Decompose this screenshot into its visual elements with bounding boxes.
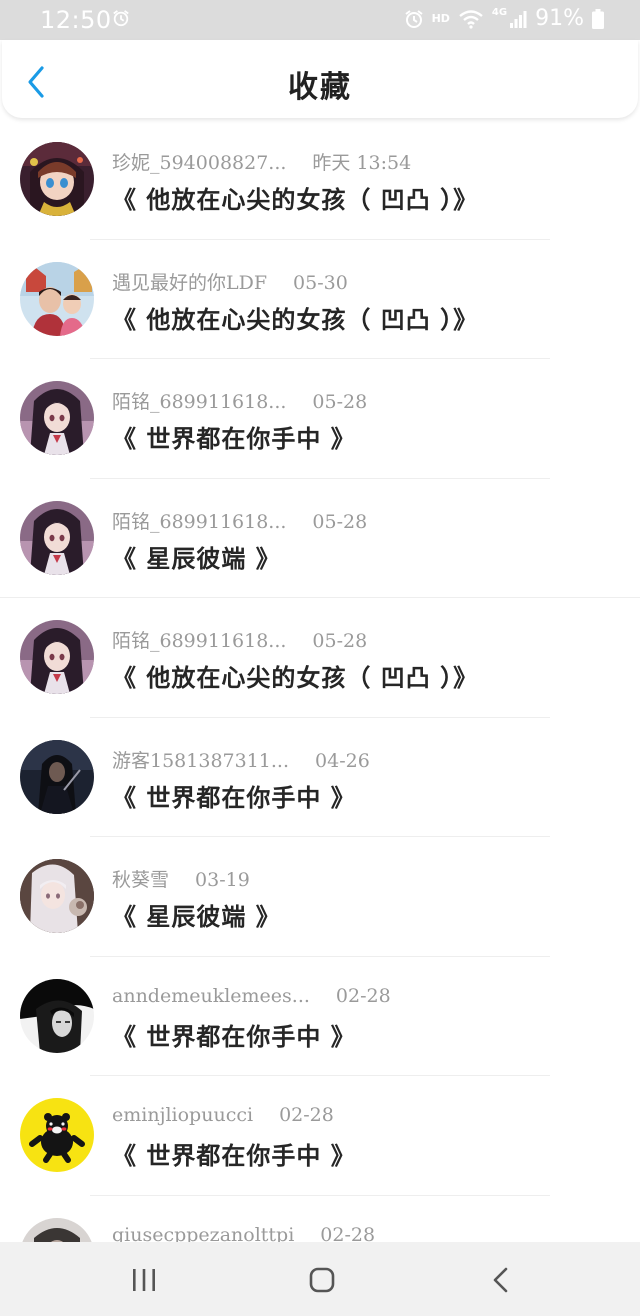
avatar[interactable] [20, 859, 94, 933]
book-title[interactable]: 《 他放在心尖的女孩（ 凹凸 ）》 [112, 300, 478, 335]
alarm-icon [113, 10, 129, 27]
list-item[interactable]: anndemeuklemees... 02-28 《 世界都在你手中 》 [0, 957, 640, 1076]
book-title[interactable]: 《 星辰彼端 》 [112, 897, 281, 932]
avatar[interactable] [20, 381, 94, 455]
list-item[interactable]: eminjliopuucci 02-28 《 世界都在你手中 》 [0, 1076, 640, 1196]
status-time: 12:50 [40, 6, 112, 34]
book-title[interactable]: 《 世界都在你手中 》 [112, 1136, 356, 1171]
list-item[interactable]: 陌铭_689911618... 05-28 《 星辰彼端 》 [0, 479, 640, 598]
item-meta: 陌铭_689911618... 05-28 [112, 626, 367, 653]
avatar[interactable] [20, 1098, 94, 1172]
timestamp: 05-28 [312, 510, 368, 533]
username[interactable]: 陌铭_689911618... [112, 507, 286, 534]
book-title[interactable]: 《 星辰彼端 》 [112, 539, 281, 574]
hd-icon: HD [431, 12, 450, 25]
username[interactable]: 秋葵雪 [112, 865, 169, 892]
book-title[interactable]: 《 世界都在你手中 》 [112, 778, 356, 813]
username[interactable]: 游客1581387311... [112, 746, 289, 773]
timestamp: 05-28 [312, 630, 368, 652]
item-meta: 陌铭_689911618... 05-28 [112, 507, 367, 534]
book-title[interactable]: 《 他放在心尖的女孩（ 凹凸 ）》 [112, 658, 478, 693]
avatar[interactable] [20, 142, 94, 216]
item-meta: 秋葵雪 03-19 [112, 865, 250, 892]
avatar[interactable] [20, 261, 94, 336]
timestamp: 05-30 [293, 271, 348, 294]
item-meta: 陌铭_689911618... 05-28 [112, 387, 367, 414]
item-meta: anndemeuklemees... 02-28 [112, 985, 391, 1007]
book-title[interactable]: 《 他放在心尖的女孩（ 凹凸 ）》 [112, 180, 478, 215]
item-meta: 遇见最好的你LDF 05-30 [112, 268, 348, 295]
alarm-icon [404, 9, 423, 28]
username[interactable]: 珍妮_594008827... [112, 148, 286, 175]
timestamp: 05-28 [312, 391, 368, 413]
header: 收藏 [2, 40, 638, 118]
back-icon[interactable] [486, 1264, 518, 1296]
battery-percent: 91% [535, 6, 584, 31]
favorites-screen: 12:50 HD 4G 91% 收藏 珍妮_594008827... 昨天 13… [0, 0, 640, 1316]
username[interactable]: 陌铭_689911618... [112, 626, 286, 653]
item-meta: 珍妮_594008827... 昨天 13:54 [112, 148, 411, 175]
list-item[interactable]: 陌铭_689911618... 05-28 《 世界都在你手中 》 [0, 359, 640, 479]
avatar[interactable] [20, 978, 94, 1053]
item-meta: eminjliopuucci 02-28 [112, 1104, 334, 1126]
username[interactable]: 陌铭_689911618... [112, 387, 286, 414]
list-item[interactable]: 遇见最好的你LDF 05-30 《 他放在心尖的女孩（ 凹凸 ）》 [0, 240, 640, 359]
avatar[interactable] [20, 739, 94, 814]
item-meta: 游客1581387311... 04-26 [112, 746, 370, 773]
list-item[interactable]: 游客1581387311... 04-26 《 世界都在你手中 》 [0, 718, 640, 837]
avatar[interactable] [20, 500, 94, 575]
username[interactable]: eminjliopuucci [112, 1104, 253, 1126]
page-title: 收藏 [288, 70, 352, 105]
username[interactable]: anndemeuklemees... [112, 985, 310, 1007]
timestamp: 03-19 [195, 869, 250, 891]
list-item[interactable]: 陌铭_689911618... 05-28 《 他放在心尖的女孩（ 凹凸 ）》 [0, 598, 640, 718]
book-title[interactable]: 《 世界都在你手中 》 [112, 1017, 356, 1052]
network-type: 4G [491, 7, 508, 18]
battery-icon [592, 8, 604, 29]
status-icons: HD 4G 91% [404, 6, 604, 31]
favorites-list: 珍妮_594008827... 昨天 13:54 《 他放在心尖的女孩（ 凹凸 … [0, 120, 640, 1315]
timestamp: 02-28 [335, 984, 391, 1007]
recent-apps-icon[interactable] [128, 1264, 160, 1296]
signal-icon [510, 10, 527, 28]
list-item[interactable]: 珍妮_594008827... 昨天 13:54 《 他放在心尖的女孩（ 凹凸 … [0, 120, 640, 240]
avatar[interactable] [20, 620, 94, 694]
timestamp: 昨天 13:54 [312, 152, 412, 174]
wifi-icon [459, 9, 483, 29]
username[interactable]: 遇见最好的你LDF [112, 268, 267, 295]
timestamp: 02-28 [279, 1104, 334, 1126]
home-icon[interactable] [306, 1264, 338, 1296]
nav-bar [0, 1242, 640, 1316]
book-title[interactable]: 《 世界都在你手中 》 [112, 419, 356, 454]
status-bar: 12:50 HD 4G 91% [0, 0, 640, 40]
timestamp: 04-26 [315, 749, 370, 772]
list-item[interactable]: 秋葵雪 03-19 《 星辰彼端 》 [0, 837, 640, 957]
